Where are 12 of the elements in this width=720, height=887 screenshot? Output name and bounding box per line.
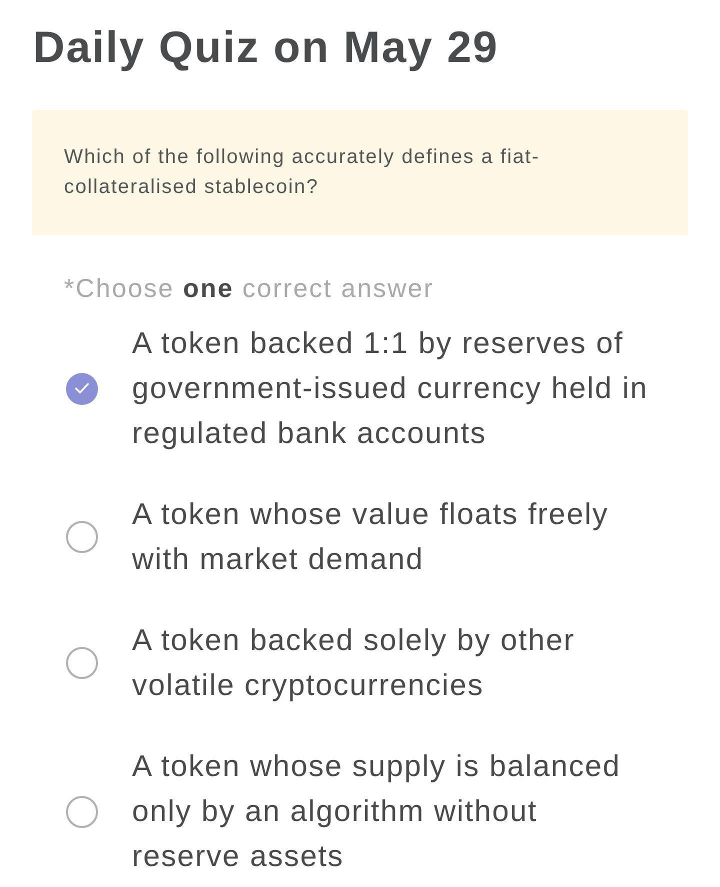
answer-option-text[interactable]: A token backed solely by other volatile cryptocurrencies [132, 618, 651, 708]
radio-button[interactable] [66, 521, 98, 553]
answer-option-text[interactable]: A token backed 1:1 by reserves of government-issued currency held in regulated bank accounts [132, 321, 651, 456]
instruction-text: *Choose one correct answer [64, 273, 435, 303]
question-text: Which of the following accurately defines a fiat-collateralised stablecoin? [64, 145, 541, 200]
radio-button[interactable] [66, 372, 98, 404]
answer-option-text[interactable]: A token whose value floats freely with market demand [132, 492, 651, 582]
check-icon [75, 383, 89, 394]
answer-option-text[interactable]: A token whose supply is balanced only by an algorithm without reserve assets [132, 744, 651, 879]
quiz-title: Daily Quiz on May 29 [33, 22, 500, 74]
radio-button[interactable] [66, 647, 98, 679]
radio-button[interactable] [66, 796, 98, 828]
